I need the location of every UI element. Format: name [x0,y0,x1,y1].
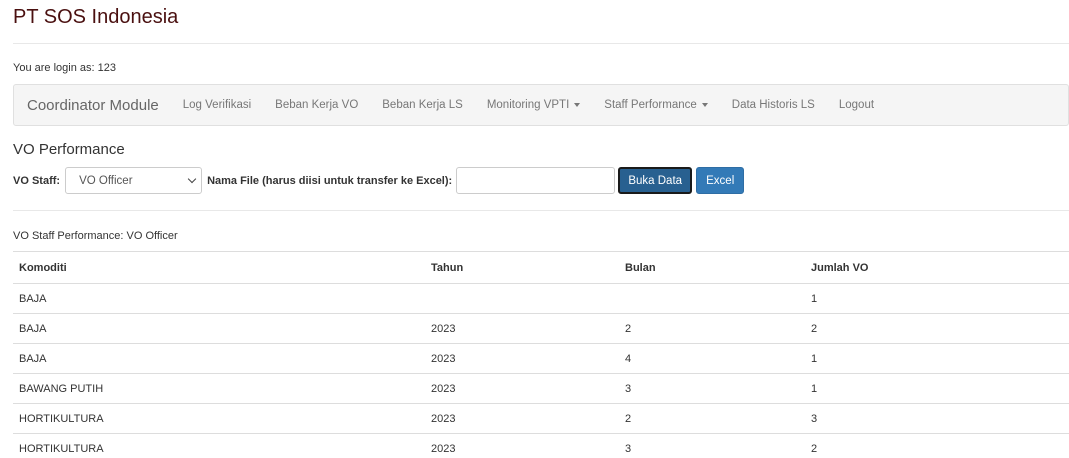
cell-jumlah-vo: 1 [805,343,1069,374]
column-header-bulan[interactable]: Bulan [619,251,805,284]
vo-staff-selected-value: VO Officer [79,174,133,187]
column-header-jumlah-vo[interactable]: Jumlah VO [805,251,1069,284]
nav-item-label: Staff Performance [604,99,697,111]
vo-staff-select[interactable]: VO Officer [65,167,203,194]
chevron-down-icon [187,174,197,184]
nav-item-label: Logout [838,99,875,111]
nav-item-logout[interactable]: Logout [839,99,874,111]
results-caption: VO Staff Performance: VO Officer [13,230,178,242]
cell-bulan: 2 [619,313,805,344]
cell-tahun [425,283,619,314]
vo-staff-label: VO Staff: [13,174,61,187]
section-title: VO Performance [13,141,125,158]
table-row: HORTIKULTURA 2023 3 2 [13,433,1069,458]
form-divider [13,210,1069,211]
cell-komoditi: BAJA [13,343,425,374]
cell-komoditi: BAJA [13,313,425,344]
cell-tahun: 2023 [425,433,619,458]
cell-jumlah-vo: 1 [805,283,1069,314]
cell-jumlah-vo: 1 [805,373,1069,404]
nav-item-beban-kerja-vo[interactable]: Beban Kerja VO [275,99,358,111]
table-header-row: Komoditi Tahun Bulan Jumlah VO [13,251,1069,284]
nav-item-label: Monitoring VPTI [486,99,570,111]
nav-item-data-historis-ls[interactable]: Data Historis LS [732,99,815,111]
nav-item-label: Log Verifikasi [182,99,252,111]
table-row: HORTIKULTURA 2023 2 3 [13,403,1069,434]
excel-button[interactable]: Excel [696,167,745,194]
cell-jumlah-vo: 2 [805,313,1069,344]
cell-tahun: 2023 [425,313,619,344]
cell-komoditi: BAWANG PUTIH [13,373,425,404]
filter-form: VO Staff: VO Officer Nama File (harus di… [13,167,745,194]
table-row: BAWANG PUTIH 2023 3 1 [13,373,1069,404]
nav-item-label: Beban Kerja LS [382,99,463,111]
navbar: Coordinator Module Log Verifikasi Beban … [13,84,1069,126]
caret-down-icon [701,103,708,107]
header-divider [13,43,1069,44]
cell-bulan: 4 [619,343,805,374]
login-status: You are login as: 123 [13,62,116,74]
cell-jumlah-vo: 3 [805,403,1069,434]
nav-item-beban-kerja-ls[interactable]: Beban Kerja LS [382,99,463,111]
table-row: BAJA 2023 4 1 [13,343,1069,374]
cell-bulan [619,283,805,314]
nav-item-staff-performance[interactable]: Staff Performance [604,99,708,111]
column-header-tahun[interactable]: Tahun [425,251,619,284]
table-row: BAJA 1 [13,283,1069,314]
column-header-komoditi[interactable]: Komoditi [13,251,425,284]
nav-item-log-verifikasi[interactable]: Log Verifikasi [183,99,251,111]
table-row: BAJA 2023 2 2 [13,313,1069,344]
cell-bulan: 2 [619,403,805,434]
page: PT SOS Indonesia You are login as: 123 C… [0,0,1069,458]
cell-bulan: 3 [619,433,805,458]
nav-item-label: Beban Kerja VO [275,99,359,111]
cell-komoditi: BAJA [13,283,425,314]
navbar-brand[interactable]: Coordinator Module [27,97,159,114]
results-table: Komoditi Tahun Bulan Jumlah VO BAJA 1 BA… [13,251,1069,458]
cell-komoditi: HORTIKULTURA [13,433,425,458]
cell-tahun: 2023 [425,373,619,404]
cell-tahun: 2023 [425,343,619,374]
nav-item-label: Data Historis LS [731,99,815,111]
file-name-label: Nama File (harus diisi untuk transfer ke… [207,174,453,187]
cell-jumlah-vo: 2 [805,433,1069,458]
cell-tahun: 2023 [425,403,619,434]
cell-bulan: 3 [619,373,805,404]
cell-komoditi: HORTIKULTURA [13,403,425,434]
file-name-input[interactable] [456,167,616,194]
nav-item-monitoring-vpti[interactable]: Monitoring VPTI [486,99,581,111]
buka-data-button[interactable]: Buka Data [618,167,693,194]
caret-down-icon [574,103,581,107]
app-title: PT SOS Indonesia [13,6,179,28]
